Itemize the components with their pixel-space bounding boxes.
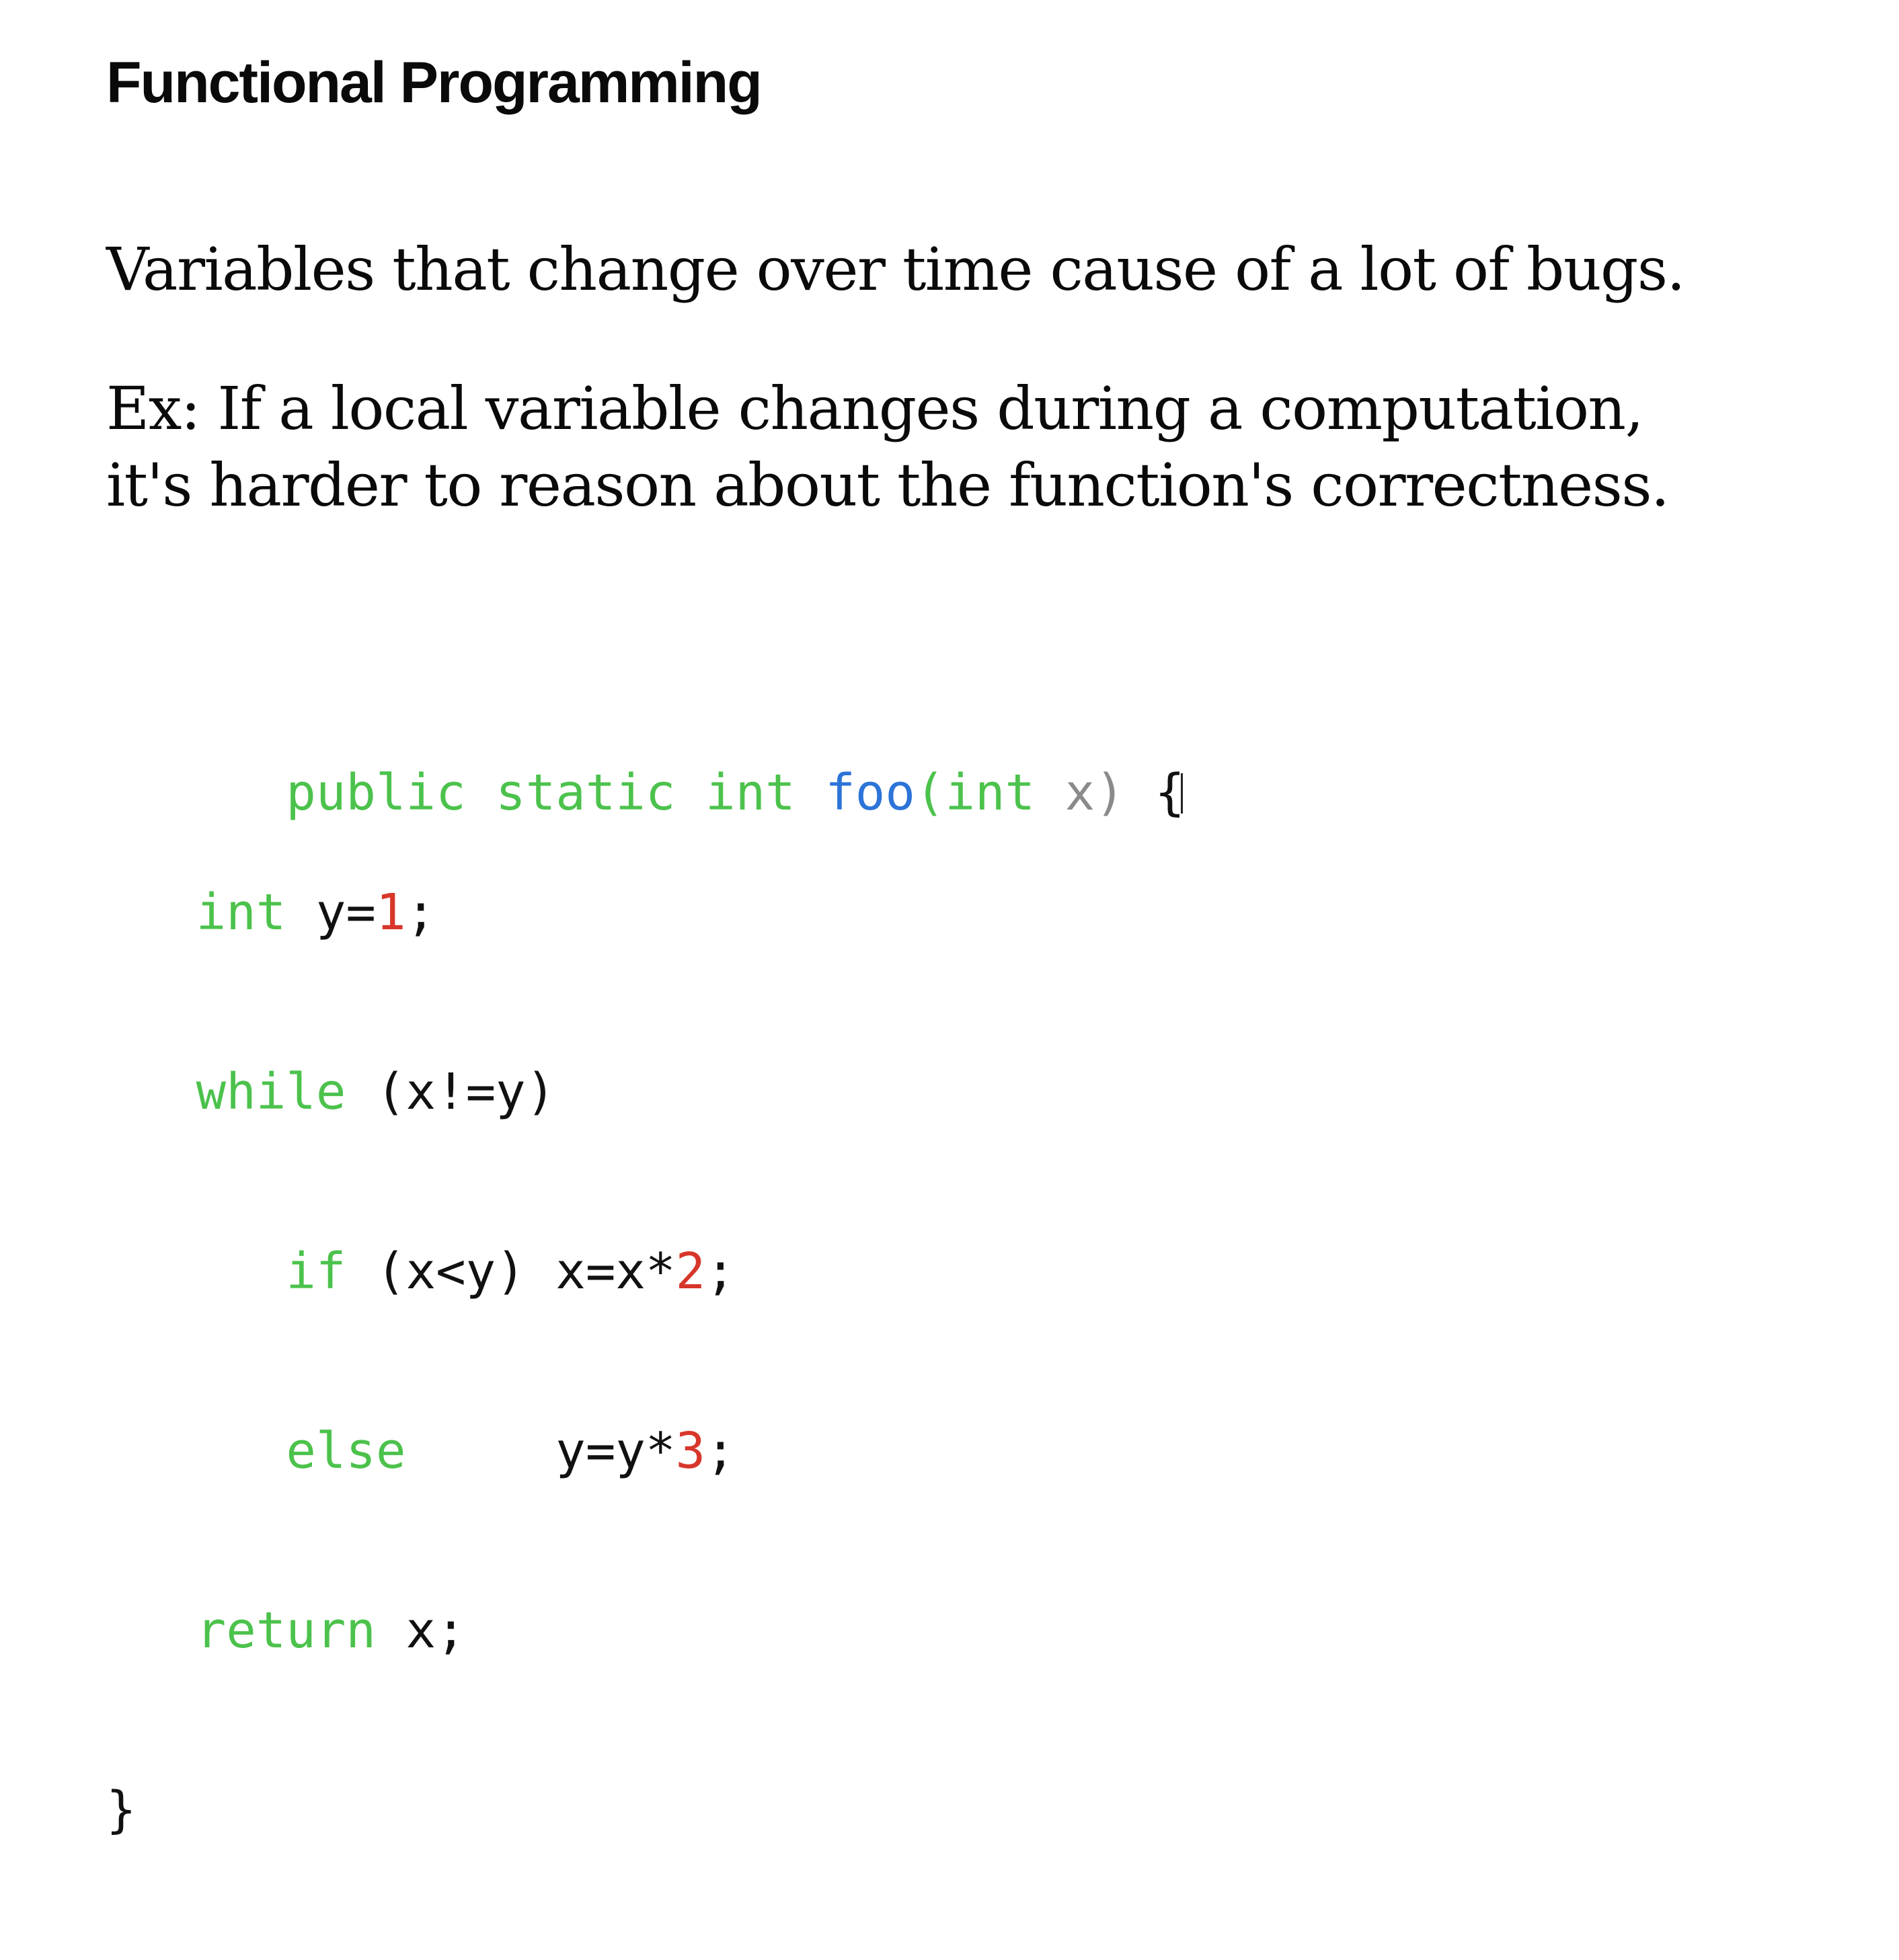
code-line: else y=y*3; — [106, 1421, 1183, 1481]
code-line: } — [106, 1780, 1183, 1840]
code-line: int y=1; — [106, 883, 1183, 943]
code-line: if (x<y) x=x*2; — [106, 1242, 1183, 1302]
code-token: ; — [405, 884, 436, 941]
code-token: y=y* — [405, 1422, 676, 1480]
code-line: while (x!=y) — [106, 1062, 1183, 1122]
code-token: if — [286, 1243, 346, 1300]
paragraph-example: Ex: If a local variable changes during a… — [106, 370, 1670, 524]
code-line: return x; — [106, 1601, 1183, 1661]
slide: Functional Programming Variables that ch… — [0, 0, 1899, 1839]
code-token: } — [106, 1781, 137, 1839]
code-token: (int — [915, 764, 1065, 822]
code-token: while — [196, 1063, 346, 1121]
code-token: public static int — [286, 764, 826, 822]
text-cursor-icon — [1180, 773, 1183, 814]
slide-title: Functional Programming — [106, 50, 763, 115]
paragraph-example-line-2: it's harder to reason about the function… — [106, 450, 1670, 520]
code-token: 3 — [675, 1422, 706, 1480]
code-token: x; — [375, 1602, 466, 1659]
code-token: int — [196, 884, 286, 941]
code-token: 1 — [375, 884, 406, 941]
code-token: return — [196, 1602, 376, 1659]
paragraph-variables-bugs: Variables that change over time cause of… — [106, 235, 1686, 304]
code-token: (x<y) x=x* — [346, 1243, 676, 1300]
paragraph-example-line-1: Ex: If a local variable changes during a… — [106, 374, 1644, 443]
code-token: 2 — [675, 1243, 706, 1300]
code-line: public static int foo(int x) { — [106, 703, 1185, 822]
code-token: ; — [705, 1422, 736, 1480]
code-token: ; — [705, 1243, 736, 1300]
code-block: public static int foo(int x) { int y=1; … — [106, 584, 1185, 1960]
code-token: foo — [825, 764, 915, 822]
code-token: else — [286, 1422, 406, 1480]
code-token: y= — [286, 884, 376, 941]
code-token: (x!=y) — [346, 1063, 556, 1121]
code-token: x) — [1064, 764, 1155, 822]
